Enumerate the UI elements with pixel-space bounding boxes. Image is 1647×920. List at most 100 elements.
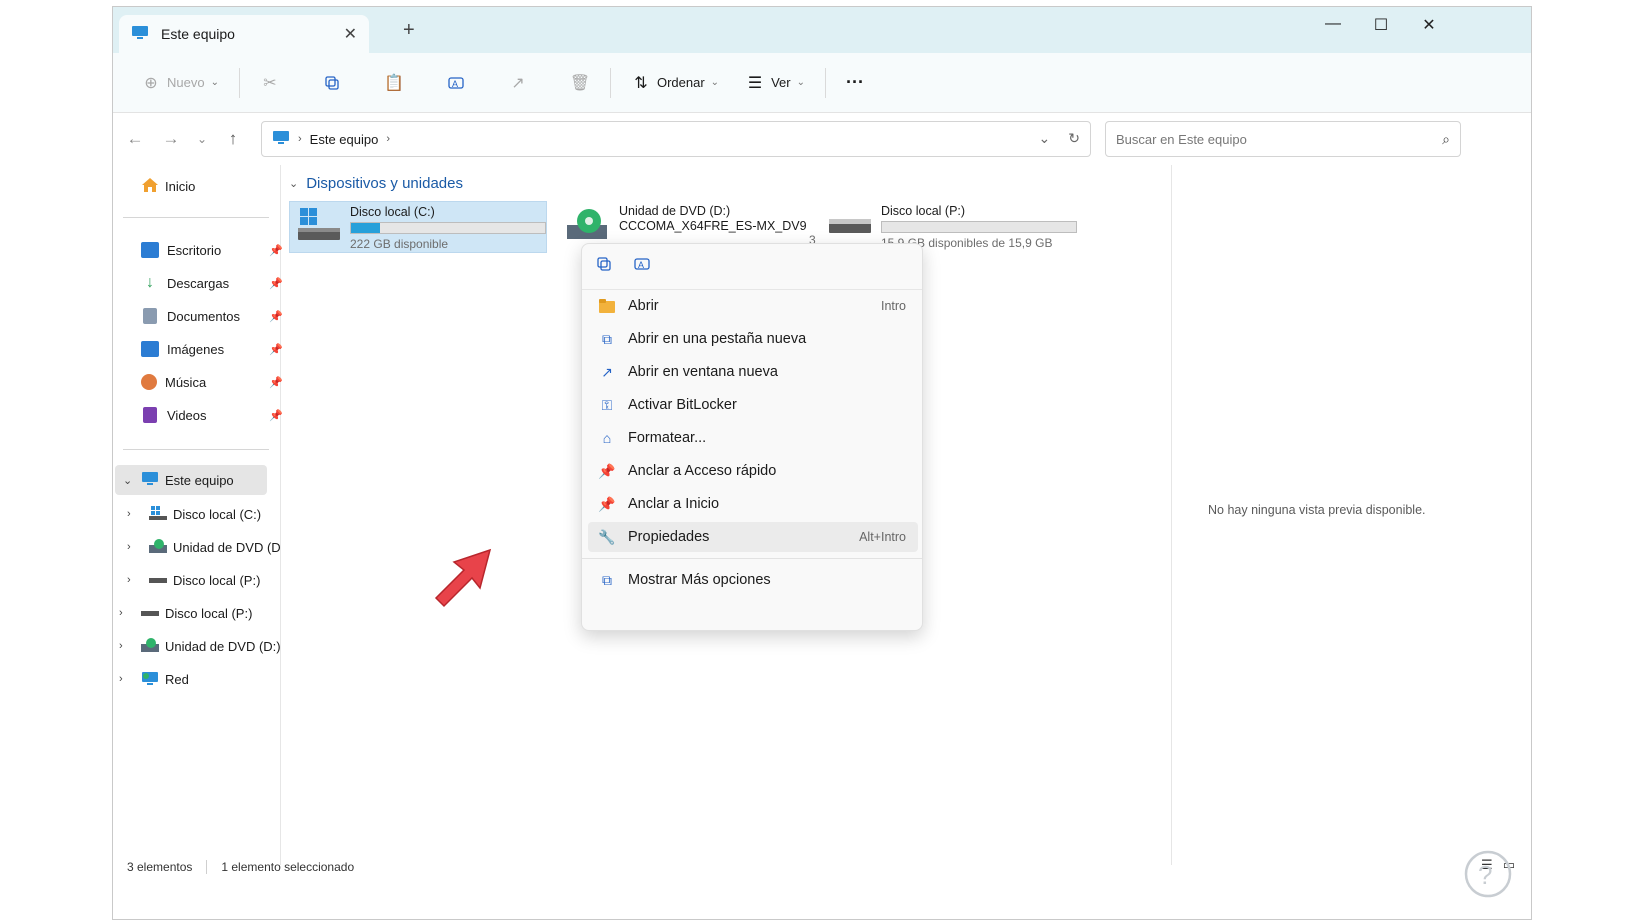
menu-item-mas-opciones[interactable]: ⧉ Mostrar Más opciones [588,565,918,595]
sidebar-item-label: Red [165,671,189,687]
sidebar-item-label: Disco local (P:) [173,572,261,588]
monitor-icon [131,25,149,44]
menu-item-label: Formatear... [628,430,707,446]
drive-name: Disco local (P:) [881,204,966,218]
windows-drive-icon [149,505,167,523]
menu-item-label: Anclar a Acceso rápido [628,463,777,479]
sort-icon: ⇅ [634,74,648,92]
menu-item-abrir-ventana[interactable]: ↗ Abrir en ventana nueva [588,357,918,387]
chevron-down-icon: ⌄ [710,77,720,88]
sidebar-item-imagenes[interactable]: Imágenes 📌 [141,334,299,364]
new-button[interactable]: ⊕ Nuevo ⌄ [133,66,227,100]
delete-button[interactable]: 🗑 [562,66,598,100]
menu-item-anclar-inicio[interactable]: 📌 Anclar a Inicio [588,489,918,519]
sidebar-item-label: Disco local (P:) [165,605,253,621]
paste-icon: 📋 [384,74,404,92]
trash-icon: 🗑 [569,74,591,92]
pin-icon: 📌 [598,495,616,512]
sidebar-item-red[interactable]: › Red [119,664,299,694]
sidebar-item-documentos[interactable]: Documentos 📌 [141,301,299,331]
breadcrumb-separator[interactable]: › [386,133,390,145]
expand-chevron-icon[interactable]: › [127,541,131,553]
view-button[interactable]: ☰ Ver ⌄ [737,66,813,100]
forward-arrow-icon[interactable]: → [153,129,189,149]
sidebar-item-videos[interactable]: Videos 📌 [141,400,299,430]
collapse-chevron-icon[interactable]: ⌄ [289,177,298,190]
menu-item-abrir-pestana[interactable]: ⧉ Abrir en una pestaña nueva [588,324,918,354]
close-button[interactable]: ✕ [1409,15,1449,35]
expand-chevron-icon[interactable]: › [119,673,123,685]
menu-item-label: Propiedades [628,529,710,545]
tab-close-icon[interactable]: ✕ [344,24,357,44]
svg-text:A: A [452,79,458,89]
recent-chevron-icon[interactable]: ⌄ [189,132,215,146]
cut-button[interactable]: ✂ [252,66,288,100]
chevron-down-icon: ⌄ [796,77,805,88]
menu-item-bitlocker[interactable]: ⚿ Activar BitLocker [588,390,918,420]
refresh-icon[interactable]: ↻ [1068,130,1080,147]
address-bar[interactable]: › Este equipo › ⌄ ↻ [261,121,1091,157]
cut-icon: ✂ [263,74,277,92]
sidebar-item-label: Imágenes [167,341,225,357]
sidebar-item-descargas[interactable]: ↓ Descargas 📌 [141,268,299,298]
copy-button[interactable] [314,66,350,100]
breadcrumb-este-equipo[interactable]: Este equipo [310,132,379,147]
sidebar-item-este-equipo[interactable]: ⌄ Este equipo [115,465,267,495]
breadcrumb-separator: › [298,133,302,145]
menu-item-anclar-acceso[interactable]: 📌 Anclar a Acceso rápido [588,456,918,486]
maximize-button[interactable]: ☐ [1361,15,1401,35]
watermark-logo-icon: ? [1464,850,1512,898]
sidebar-divider [123,449,269,450]
expand-chevron-icon[interactable]: › [127,508,131,520]
context-menu-quick-actions: A [582,244,922,290]
more-options-icon: ⧉ [602,571,612,588]
expand-chevron-icon[interactable]: ⌄ [123,474,132,487]
download-icon: ↓ [146,274,154,291]
menu-item-abrir[interactable]: Abrir Intro [588,291,918,321]
new-tab-button[interactable]: + [403,19,415,42]
network-icon [141,670,159,689]
menu-item-label: Anclar a Inicio [628,496,720,512]
preview-pane: No hay ninguna vista previa disponible. [1171,165,1531,865]
wrench-icon: 🔧 [598,528,616,545]
sidebar-item-home[interactable]: Inicio [141,171,299,201]
expand-chevron-icon[interactable]: › [119,640,123,652]
copy-icon[interactable] [596,256,612,277]
sidebar-item-dvd-d-root[interactable]: › Unidad de DVD (D:) [119,631,299,661]
paste-button[interactable]: 📋 [376,66,412,100]
rename-button[interactable]: A [438,66,474,100]
sidebar-item-escritorio[interactable]: Escritorio 📌 [141,235,299,265]
menu-item-label: Mostrar Más opciones [628,572,771,588]
sidebar-item-label: Música [165,374,207,390]
menu-item-propiedades[interactable]: 🔧 Propiedades Alt+Intro [588,522,918,552]
menu-item-shortcut: Intro [880,299,906,313]
folder-open-icon [598,297,616,315]
sidebar-item-label: Inicio [165,178,196,194]
sort-button[interactable]: ⇅ Ordenar ⌄ [623,66,727,100]
share-icon: ↗ [511,74,525,92]
plus-circle-icon: ⊕ [144,74,158,92]
group-header[interactable]: ⌄ Dispositivos y unidades [289,175,463,192]
more-button[interactable]: ··· [838,66,872,100]
back-arrow-icon[interactable]: ← [117,129,153,149]
svg-text:A: A [638,260,644,270]
sidebar-item-label: Escritorio [167,242,222,258]
context-menu: A Abrir Intro ⧉ Abrir en una pestaña nue… [581,243,923,631]
desktop-icon [141,242,159,258]
minimize-button[interactable]: — [1313,15,1353,33]
expand-chevron-icon[interactable]: › [119,607,123,619]
drive-tile-c[interactable]: Disco local (C:) 222 GB disponible [289,201,547,253]
up-arrow-icon[interactable]: ↑ [215,129,251,149]
sidebar-item-musica[interactable]: Música 📌 [141,367,299,397]
drive-free-space: 222 GB disponible [350,237,449,251]
sidebar-item-disco-p-root[interactable]: › Disco local (P:) [119,598,299,628]
search-box[interactable]: Buscar en Este equipo ⌕ [1105,121,1461,157]
status-divider [206,860,208,874]
share-button[interactable]: ↗ [500,66,536,100]
rename-icon[interactable]: A [634,256,652,277]
history-chevron-icon[interactable]: ⌄ [1039,130,1051,147]
expand-chevron-icon[interactable]: › [127,574,131,586]
sidebar-item-label: Unidad de DVD (D [173,539,281,555]
tab-este-equipo[interactable]: Este equipo ✕ [119,15,369,53]
menu-item-formatear[interactable]: ⌂ Formatear... [588,423,918,453]
